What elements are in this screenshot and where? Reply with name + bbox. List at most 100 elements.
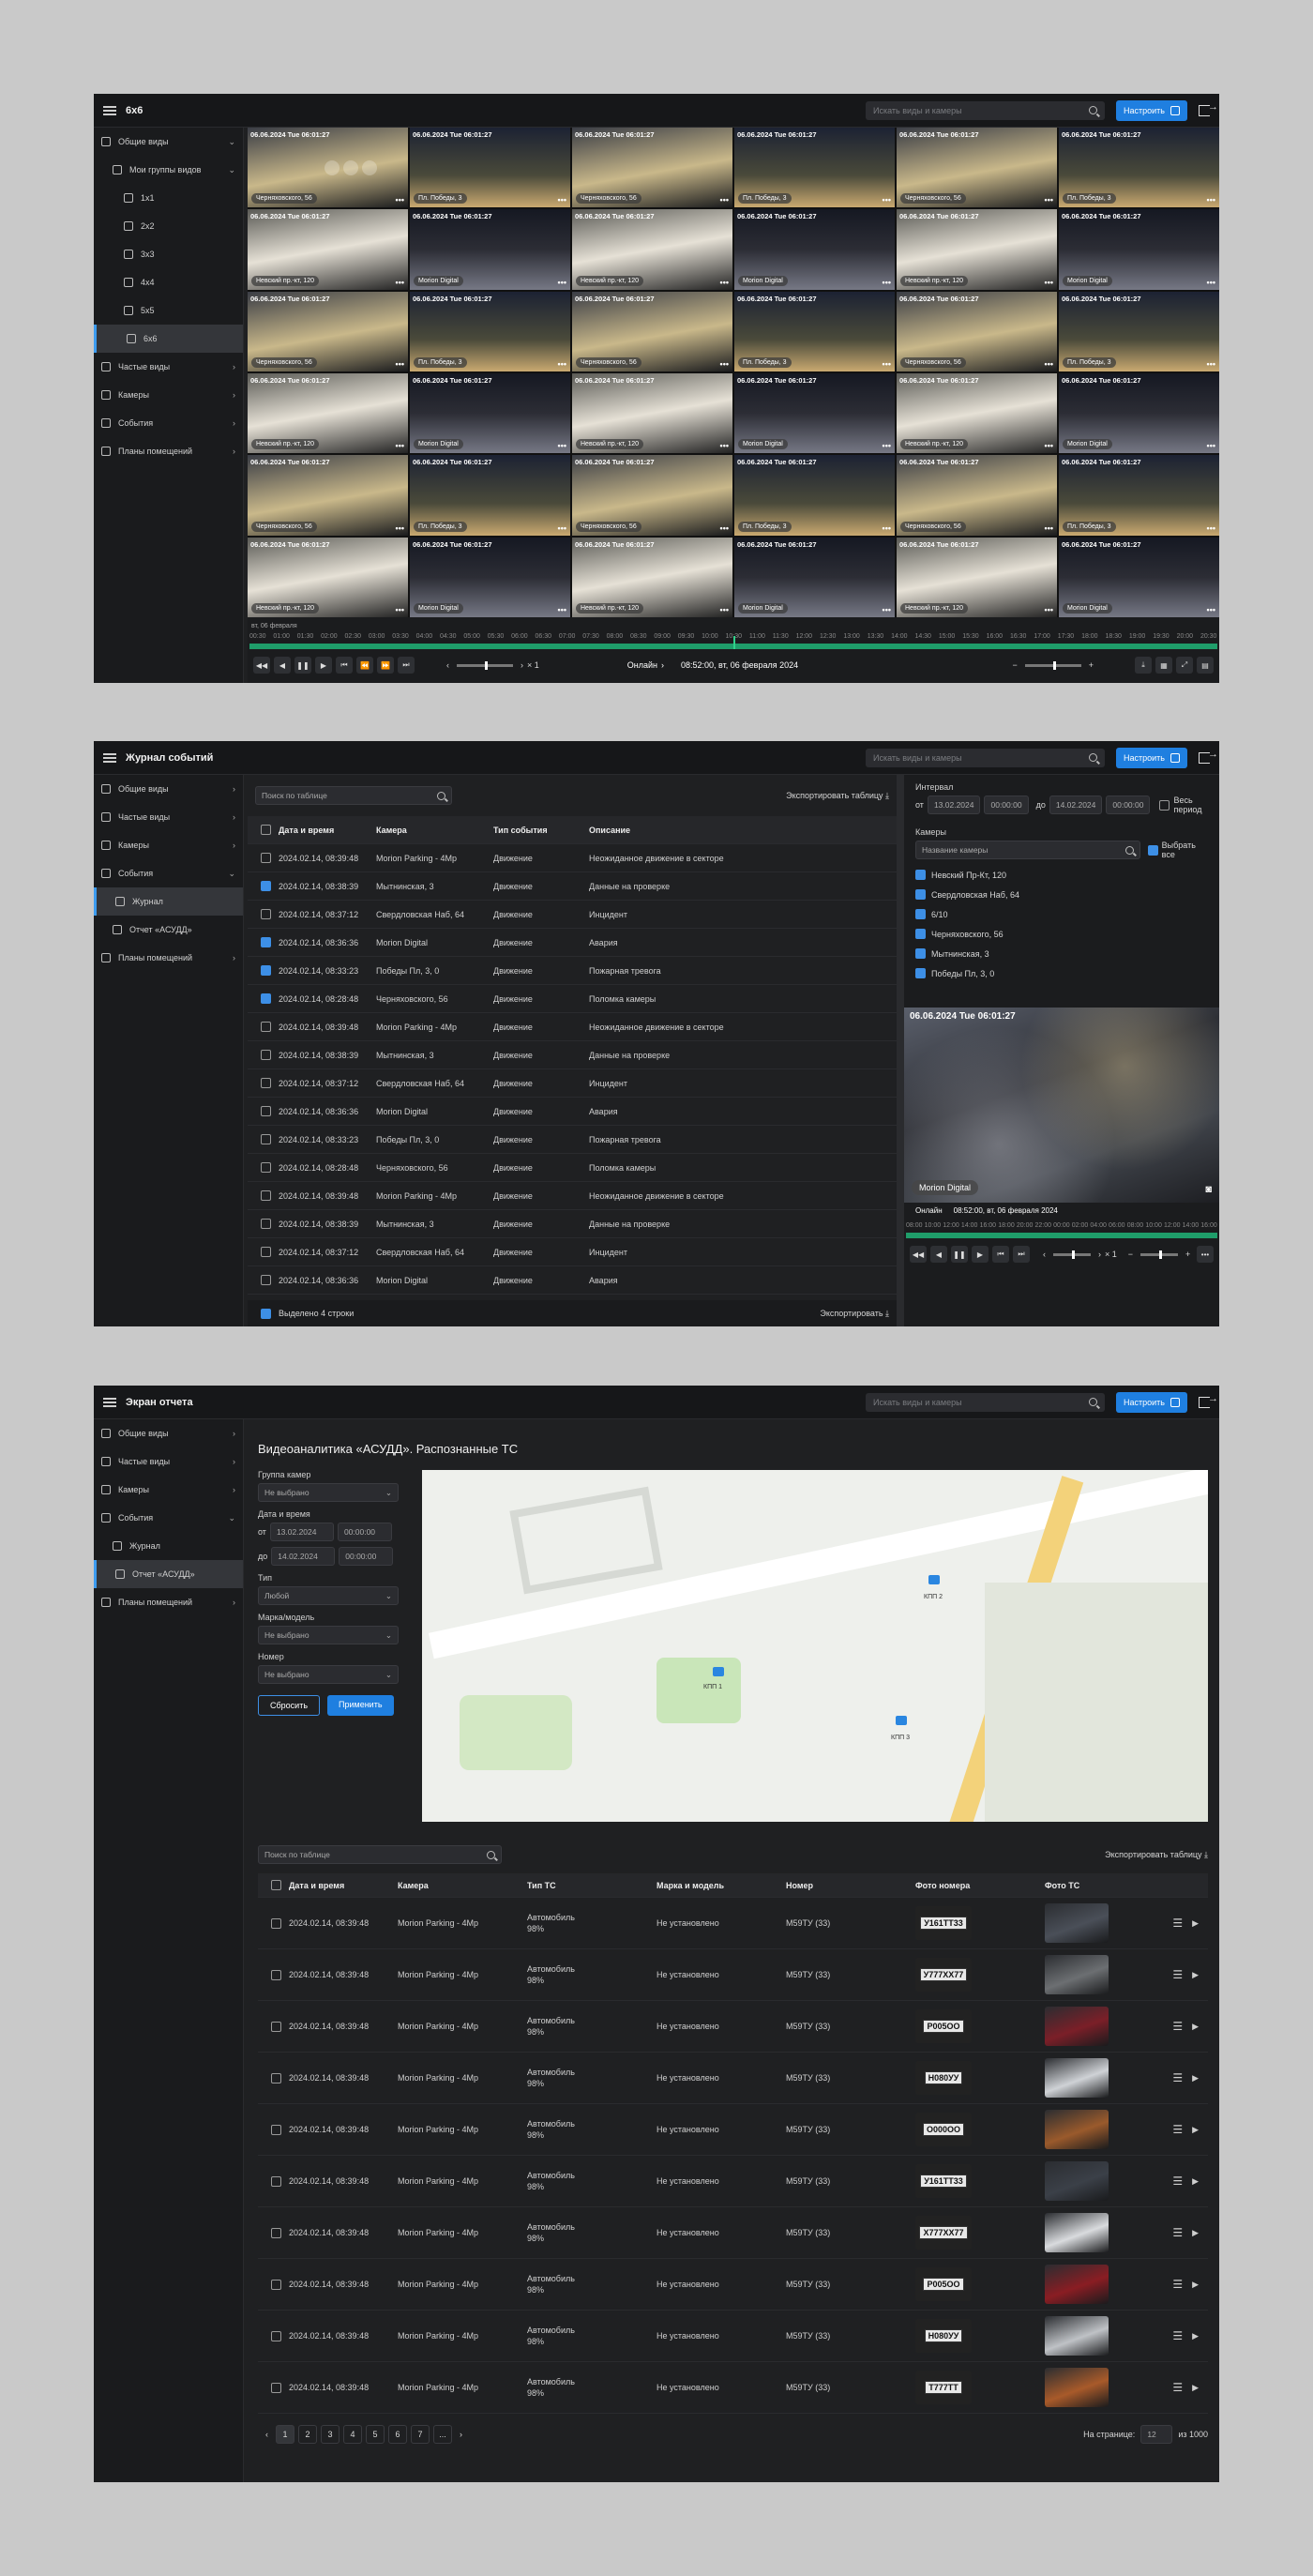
number-select[interactable]: Не выбрано ⌄ [258,1665,399,1684]
row-checkbox[interactable] [261,1134,271,1144]
reset-button[interactable]: Сбросить [258,1695,321,1716]
table-row[interactable]: 2024.02.14, 08:37:12 Свердловская Наб, 64… [248,901,897,929]
more-icon[interactable]: ••• [558,523,566,533]
camera-group-select[interactable]: Не выбрано ⌄ [258,1483,399,1502]
next-page-icon[interactable]: › [460,2430,462,2439]
plate-photo[interactable]: У777ХХ77 [915,1958,1045,1992]
select-all-checkbox[interactable] [271,1880,281,1890]
configure-button[interactable]: Настроить [1116,1391,1187,1413]
camera-tile[interactable]: 06.06.2024 Tue 06:01:27 Невский пр.-кт, 1… [572,209,732,290]
date-from-input[interactable]: 13.02.2024 [269,1523,334,1541]
online-button[interactable]: Онлайн [627,660,657,670]
row-checkbox[interactable] [261,1106,271,1116]
more-icon[interactable]: ••• [396,195,404,205]
more-icon[interactable]: ••• [1207,523,1215,533]
search-input[interactable]: Искать виды и камеры [866,1392,1106,1412]
per-page-input[interactable]: 12 [1140,2425,1173,2444]
play-icon[interactable]: ▶ [1192,2022,1199,2032]
select-all-checkbox[interactable] [261,825,271,835]
vehicle-photo[interactable] [1045,2161,1109,2201]
time-to-input[interactable]: 00:00:00 [339,1547,394,1566]
menu-icon[interactable] [103,752,116,763]
apply-button[interactable]: Применить [327,1695,394,1716]
zoom-slider[interactable] [1024,660,1081,670]
row-checkbox[interactable] [271,1917,281,1929]
prev-page-icon[interactable]: ‹ [265,2430,268,2439]
row-checkbox[interactable] [261,853,271,863]
camera-tile[interactable]: 06.06.2024 Tue 06:01:27 Черняховскогo, 56… [572,291,732,371]
row-checkbox[interactable] [261,1219,271,1229]
table-row[interactable]: 2024.02.14, 08:39:48 Morion Parking - 4Mp… [258,2001,1208,2053]
vehicle-photo[interactable] [1045,2316,1109,2356]
table-row[interactable]: 2024.02.14, 08:39:48 Morion Parking - 4Mp… [258,1898,1208,1949]
camera-tile[interactable]: 06.06.2024 Tue 06:01:27 Morion Digital ••• [1059,373,1219,454]
page-button[interactable]: 4 [343,2425,362,2444]
time-to-input[interactable]: 00:00:00 [1106,796,1151,814]
menu-list-icon[interactable]: ☰ [1172,2381,1183,2394]
camera-checkbox[interactable] [915,870,926,880]
sidebar-item-журнал[interactable]: Журнал [94,1532,243,1560]
zoom-slider[interactable] [1140,1250,1179,1259]
camera-checkbox[interactable] [915,929,926,939]
sidebar-item-6x6[interactable]: 6x6 [94,325,243,353]
menu-list-icon[interactable]: ☰ [1172,1968,1183,1981]
sidebar-item-события[interactable]: События ⌄ [94,1504,243,1532]
zoom-in-icon[interactable]: + [1089,660,1094,670]
plate-photo[interactable]: О000ОО [915,2113,1045,2146]
search-input[interactable]: Искать виды и камеры [866,100,1106,120]
download-icon[interactable]: ⤓ [1135,657,1152,674]
date-from-input[interactable]: 13.02.2024 [927,796,981,814]
camera-tile[interactable]: 06.06.2024 Tue 06:01:27 Невский пр.-кт, 1… [572,537,732,617]
logout-icon[interactable] [1199,1393,1218,1408]
table-row[interactable]: 2024.02.14, 08:39:48 Morion Parking - 4Mp… [258,2311,1208,2362]
vehicle-photo[interactable] [1045,2265,1109,2304]
speed-up-icon[interactable]: › [521,660,523,670]
table-row[interactable]: 2024.02.14, 08:28:48 Черняховского, 56 Дви… [248,985,897,1013]
more-icon[interactable]: ••• [1207,359,1215,369]
speed-slider[interactable] [1053,1250,1091,1259]
row-checkbox[interactable] [261,1275,271,1285]
chat-icon[interactable]: ▤ [1197,657,1214,674]
table-row[interactable]: 2024.02.14, 08:39:48 Morion Parking - 4Mp… [258,2104,1208,2156]
camera-tile[interactable]: 06.06.2024 Tue 06:01:27 Morion Digital ••• [1059,537,1219,617]
camera-tile[interactable]: 06.06.2024 Tue 06:01:27 Пл. Победы, 3 ••• [410,128,570,208]
table-row[interactable]: 2024.02.14, 08:39:48 Morion Parking - 4Mp… [258,2156,1208,2207]
play-icon[interactable]: ▶ [1192,1970,1199,1980]
page-button[interactable]: 1 [276,2425,294,2444]
camera-tile[interactable]: 06.06.2024 Tue 06:01:27 Пл. Победы, 3 ••• [1059,291,1219,371]
table-row[interactable]: 2024.02.14, 08:39:48 Morion Parking - 4Mp… [258,1949,1208,2001]
camera-tile[interactable]: 06.06.2024 Tue 06:01:27 Morion Digital ••• [734,537,895,617]
menu-list-icon[interactable]: ☰ [1172,1917,1183,1930]
vehicle-photo[interactable] [1045,2368,1109,2407]
table-row[interactable]: 2024.02.14, 08:38:39 Мытнинская, 3 Движени… [248,1041,897,1069]
camera-list-item[interactable]: 6/10 [915,904,1208,924]
more-icon[interactable]: ••• [883,441,891,450]
whole-period-checkbox[interactable] [1159,799,1170,811]
sidebar-item-камеры[interactable]: Камеры › [94,831,243,859]
plate-photo[interactable]: Х777ХХ77 [915,2216,1045,2250]
row-checkbox[interactable] [261,1050,271,1060]
play-icon[interactable]: ▶ [1192,2125,1199,2135]
pause-button[interactable]: ❚❚ [951,1246,968,1263]
camera-tile[interactable]: 06.06.2024 Tue 06:01:27 Невский пр.-кт, 1… [897,537,1057,617]
page-button[interactable]: 5 [366,2425,385,2444]
more-icon[interactable]: ••• [558,359,566,369]
page-button[interactable]: 6 [388,2425,407,2444]
play-icon[interactable]: ▶ [1192,1918,1199,1929]
export-button[interactable]: Экспортировать ⤓ [820,1309,889,1319]
page-button[interactable]: ... [433,2425,452,2444]
splitter[interactable] [897,775,904,1326]
camera-tile[interactable]: 06.06.2024 Tue 06:01:27 Невский пр.-кт, 1… [248,209,408,290]
sidebar-item-3x3[interactable]: 3x3 [94,240,243,268]
row-checkbox[interactable] [271,2382,281,2393]
snapshot-icon[interactable]: ◙ [1205,1184,1212,1195]
camera-tile[interactable]: 06.06.2024 Tue 06:01:27 Невский пр.-кт, 1… [897,373,1057,454]
camera-marker-icon[interactable] [713,1667,724,1676]
camera-tile[interactable]: 06.06.2024 Tue 06:01:27 Morion Digital ••• [1059,209,1219,290]
row-checkbox[interactable] [261,965,271,976]
row-checkbox[interactable] [271,2175,281,2187]
more-icon[interactable]: ••• [558,605,566,614]
more-icon[interactable]: ••• [396,441,404,450]
more-icon[interactable]: ••• [1207,441,1215,450]
more-icon[interactable]: ••• [883,195,891,205]
